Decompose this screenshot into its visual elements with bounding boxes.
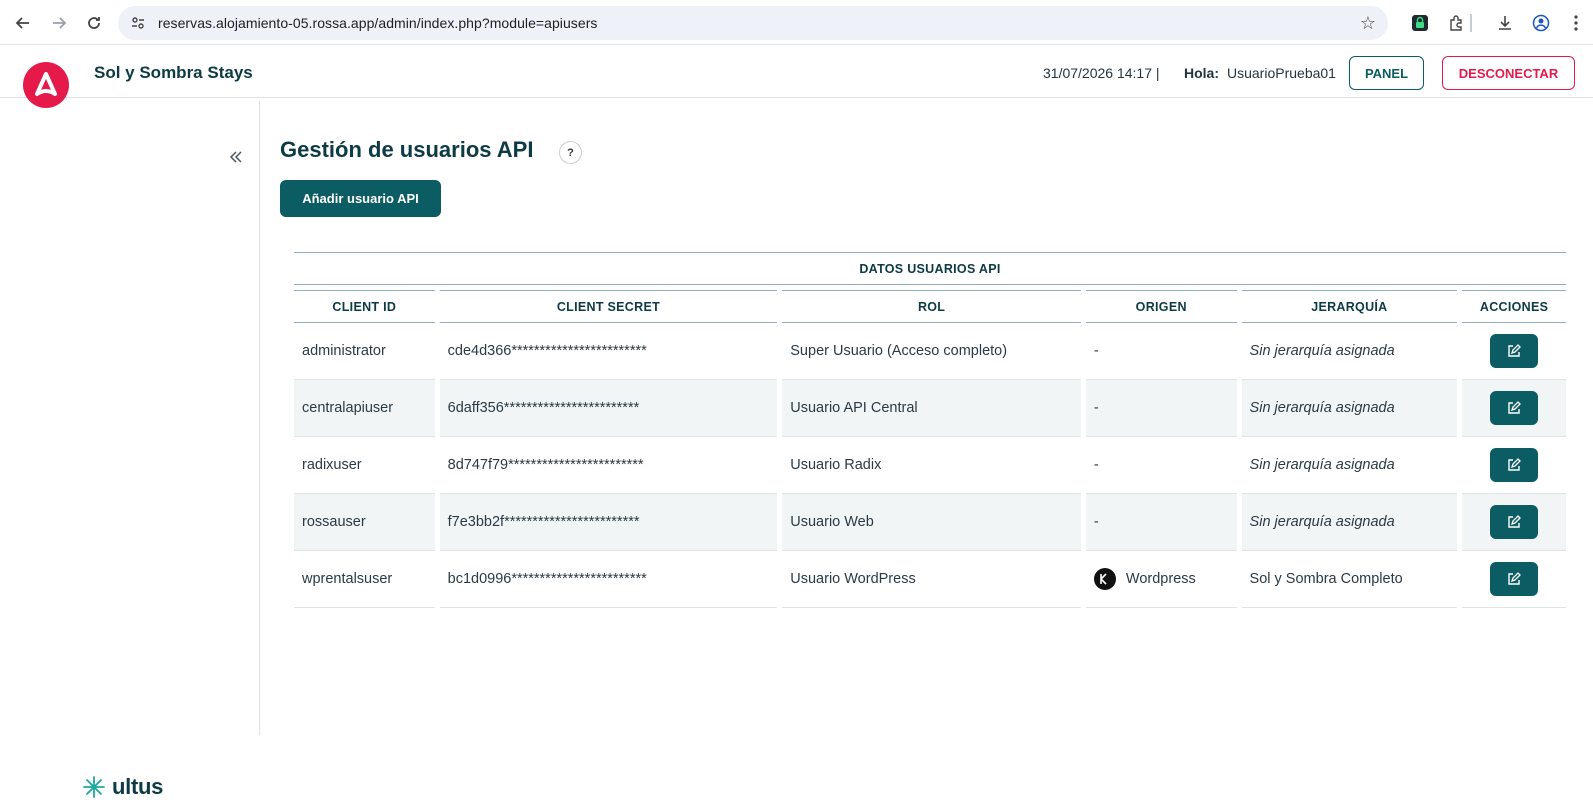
reload-icon[interactable] — [82, 11, 106, 35]
cell-client-id: radixuser — [294, 437, 435, 494]
username: UsuarioPrueba01 — [1227, 65, 1336, 81]
edit-button[interactable] — [1490, 505, 1539, 539]
edit-button[interactable] — [1490, 391, 1539, 425]
table-row: administrator cde4d366******************… — [294, 323, 1566, 380]
cell-rol: Usuario API Central — [782, 380, 1081, 437]
table-row: wprentalsuser bc1d0996******************… — [294, 551, 1566, 608]
menu-dots-icon[interactable] — [1565, 12, 1587, 34]
bookmark-star-icon[interactable]: ☆ — [1360, 13, 1376, 34]
cell-client-secret: 8d747f79************************ — [439, 437, 778, 494]
greeting-label: Hola: — [1184, 65, 1219, 81]
footer-logo: ultus — [82, 774, 163, 800]
address-bar[interactable]: reservas.alojamiento-05.rossa.app/admin/… — [118, 6, 1388, 40]
cell-client-id: centralapiuser — [294, 380, 435, 437]
edit-icon — [1508, 344, 1521, 357]
table-header-row: CLIENT ID CLIENT SECRET ROL ORIGEN JERAR… — [294, 290, 1566, 323]
column-header-client-id: CLIENT ID — [294, 290, 435, 323]
column-header-client-secret: CLIENT SECRET — [439, 290, 778, 323]
cell-jerarquia: Sin jerarquía asignada — [1241, 437, 1458, 494]
extensions-puzzle-icon[interactable] — [1446, 12, 1468, 34]
brand-logo-icon[interactable] — [23, 62, 69, 108]
cell-jerarquia: Sin jerarquía asignada — [1241, 323, 1458, 380]
edit-button[interactable] — [1490, 334, 1539, 368]
cell-client-secret: 6daff356************************ — [439, 380, 778, 437]
cell-origen: - — [1085, 380, 1237, 437]
app-header: Sol y Sombra Stays 31/07/2026 14:17 | Ho… — [0, 46, 1593, 108]
panel-button[interactable]: PANEL — [1349, 56, 1424, 90]
cell-rol: Usuario Radix — [782, 437, 1081, 494]
footer-logo-text: ultus — [112, 774, 164, 799]
collapse-sidebar-icon[interactable] — [229, 147, 243, 170]
forward-icon[interactable] — [47, 11, 71, 35]
cell-rol: Usuario Web — [782, 494, 1081, 551]
back-icon[interactable] — [11, 11, 35, 35]
cell-actions — [1462, 551, 1566, 608]
table-caption: DATOS USUARIOS API — [294, 252, 1566, 285]
edit-icon — [1508, 401, 1521, 414]
cell-origen: Wordpress — [1085, 551, 1237, 608]
add-api-user-button[interactable]: Añadir usuario API — [280, 180, 441, 217]
cell-origen: - — [1085, 323, 1237, 380]
cell-client-secret: cde4d366************************ — [439, 323, 778, 380]
header-datetime: 31/07/2026 14:17 | — [1043, 65, 1160, 81]
sidebar-divider — [259, 101, 260, 735]
ultus-logo-icon — [83, 776, 105, 798]
edit-button[interactable] — [1490, 448, 1539, 482]
extension-lock-icon[interactable] — [1409, 12, 1431, 34]
cell-actions — [1462, 494, 1566, 551]
logout-button[interactable]: DESCONECTAR — [1442, 56, 1575, 90]
edit-button[interactable] — [1490, 562, 1539, 596]
table-row: centralapiuser 6daff356*****************… — [294, 380, 1566, 437]
cell-client-id: rossauser — [294, 494, 435, 551]
cell-origen: - — [1085, 437, 1237, 494]
edit-icon — [1508, 515, 1521, 528]
help-button[interactable]: ? — [559, 141, 582, 164]
cell-rol: Usuario WordPress — [782, 551, 1081, 608]
edit-icon — [1508, 458, 1521, 471]
cell-jerarquia: Sol y Sombra Completo — [1241, 551, 1458, 608]
site-info-icon[interactable] — [130, 15, 146, 31]
cell-rol: Super Usuario (Acceso completo) — [782, 323, 1081, 380]
profile-icon[interactable] — [1530, 12, 1552, 34]
cell-client-id: administrator — [294, 323, 435, 380]
cell-client-secret: bc1d0996************************ — [439, 551, 778, 608]
column-header-origen: ORIGEN — [1085, 290, 1237, 323]
table-row: radixuser 8d747f79**********************… — [294, 437, 1566, 494]
api-users-table: DATOS USUARIOS API CLIENT ID CLIENT SECR… — [294, 252, 1566, 608]
origin-label: Wordpress — [1125, 571, 1196, 587]
cell-actions — [1462, 323, 1566, 380]
table-row: rossauser f7e3bb2f**********************… — [294, 494, 1566, 551]
cell-origen: - — [1085, 494, 1237, 551]
cell-jerarquia: Sin jerarquía asignada — [1241, 494, 1458, 551]
toolbar-divider — [1470, 14, 1472, 32]
cell-client-secret: f7e3bb2f************************ — [439, 494, 778, 551]
cell-actions — [1462, 437, 1566, 494]
url-text: reservas.alojamiento-05.rossa.app/admin/… — [158, 15, 598, 31]
column-header-jerarquia: JERARQUÍA — [1241, 290, 1458, 323]
cell-actions — [1462, 380, 1566, 437]
column-header-rol: ROL — [782, 290, 1081, 323]
browser-toolbar: reservas.alojamiento-05.rossa.app/admin/… — [0, 0, 1593, 45]
edit-icon — [1508, 572, 1521, 585]
download-icon[interactable] — [1494, 12, 1516, 34]
brand-name: Sol y Sombra Stays — [94, 63, 253, 82]
cell-client-id: wprentalsuser — [294, 551, 435, 608]
wordpress-origin-logo-icon — [1093, 568, 1116, 590]
cell-jerarquia: Sin jerarquía asignada — [1241, 380, 1458, 437]
column-header-acciones: ACCIONES — [1462, 290, 1566, 323]
page-title: Gestión de usuarios API — [280, 137, 534, 162]
